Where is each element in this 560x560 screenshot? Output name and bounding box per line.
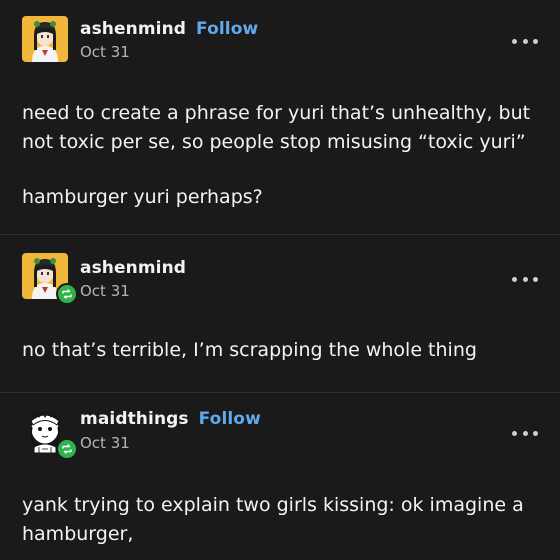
post-date[interactable]: Oct 31 [80,43,130,61]
post-paragraph: need to create a phrase for yuri that’s … [22,102,531,153]
follow-button[interactable]: Follow [196,19,258,39]
username-link[interactable]: ashenmind [80,258,186,278]
post: maidthings Follow Oct 31 yank trying to … [0,392,560,560]
post-paragraph: yank trying to explain two girls kissing… [22,494,524,545]
reblog-icon [56,283,78,305]
reblog-icon [56,438,78,460]
post-text: no that’s terrible, I’m scrapping the wh… [22,336,538,365]
post-text: hamburger yuri perhaps? [22,183,538,212]
more-options-icon[interactable] [512,275,538,283]
post: ashenmind Follow Oct 31 need to create a… [0,0,560,234]
avatar[interactable] [22,16,68,62]
post-text: need to create a phrase for yuri that’s … [22,99,538,157]
post-paragraph: hamburger yuri perhaps? [22,186,263,208]
post-text: yank trying to explain two girls kissing… [22,491,538,549]
post: ashenmind Oct 31 no that’s terrible, I’m… [0,234,560,392]
more-options-icon[interactable] [512,37,538,45]
post-paragraph: no that’s terrible, I’m scrapping the wh… [22,339,477,361]
post-header: ashenmind [80,258,186,278]
more-options-icon[interactable] [512,429,538,437]
anime-girl-avatar-icon [22,16,68,62]
username-link[interactable]: maidthings [80,409,189,429]
post-header: ashenmind Follow [80,19,258,39]
username-link[interactable]: ashenmind [80,19,186,39]
post-header: maidthings Follow [80,409,261,429]
post-date[interactable]: Oct 31 [80,282,130,300]
follow-button[interactable]: Follow [199,409,261,429]
post-date[interactable]: Oct 31 [80,434,130,452]
